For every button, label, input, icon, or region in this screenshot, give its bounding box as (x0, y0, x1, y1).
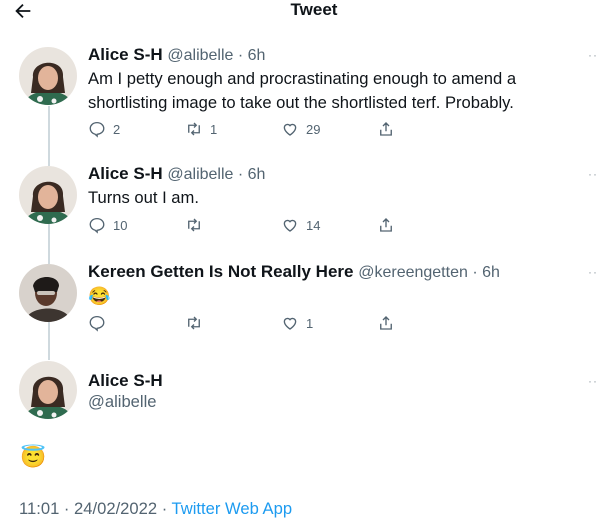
share-button[interactable] (377, 314, 395, 332)
author-name[interactable]: Alice S-H (88, 371, 163, 391)
tweet-time[interactable]: 6h (248, 47, 266, 64)
tweet-text: Am I petty enough and procrastinating en… (88, 69, 517, 112)
tweet-source-link[interactable]: Twitter Web App (172, 499, 293, 518)
tweet-actions: 2 1 29 (88, 120, 398, 140)
more-options-icon[interactable]: ·· (588, 168, 598, 180)
avatar[interactable] (19, 47, 77, 105)
heart-icon (283, 123, 297, 136)
avatar[interactable] (19, 166, 77, 224)
tweet-time[interactable]: 6h (482, 264, 500, 281)
avatar[interactable] (19, 264, 77, 322)
reply-button[interactable]: 10 (88, 216, 127, 234)
tweet-text: 😂 (88, 286, 111, 306)
tweet-actions: 10 14 (88, 216, 398, 236)
more-options-icon[interactable]: ·· (588, 375, 598, 387)
page-title: Tweet (290, 0, 338, 19)
tweet-time[interactable]: 6h (248, 166, 266, 183)
avatar[interactable] (19, 361, 77, 419)
author-handle[interactable]: @alibelle (167, 166, 233, 183)
more-options-icon[interactable]: ·· (588, 49, 598, 61)
author-name[interactable]: Kereen Getten Is Not Really Here @kereen… (88, 262, 500, 283)
reply-icon (89, 217, 105, 234)
thread-line (48, 106, 50, 166)
tweet-text: Turns out I am. (88, 188, 199, 207)
retweet-button[interactable] (185, 216, 210, 234)
author-handle[interactable]: @alibelle (167, 47, 233, 64)
more-options-icon[interactable]: ·· (588, 266, 598, 278)
retweet-icon (188, 122, 200, 136)
thread-line (48, 224, 50, 264)
author-name[interactable]: Alice S-H @alibelle · 6h (88, 45, 265, 66)
reply-icon (89, 315, 105, 332)
share-icon (380, 218, 392, 232)
heart-icon (283, 317, 297, 330)
share-button[interactable] (377, 216, 395, 234)
tweet-text: 😇 (20, 446, 47, 469)
author-handle[interactable]: @alibelle (88, 392, 157, 412)
heart-icon (283, 219, 297, 232)
retweet-icon (188, 316, 200, 330)
reply-button[interactable]: 2 (88, 120, 120, 138)
tweet-actions: 1 (88, 314, 398, 334)
retweet-button[interactable] (185, 314, 210, 332)
like-button[interactable]: 14 (281, 216, 320, 234)
like-button[interactable]: 1 (281, 314, 313, 332)
retweet-button[interactable]: 1 (185, 120, 217, 138)
tweet-timestamp: 11:01 · 24/02/2022 · Twitter Web App (19, 499, 293, 518)
thread-line (48, 322, 50, 360)
share-button[interactable] (377, 120, 395, 138)
like-button[interactable]: 29 (281, 120, 320, 138)
retweet-icon (188, 218, 200, 232)
author-name[interactable]: Alice S-H @alibelle · 6h (88, 164, 265, 185)
reply-button[interactable] (88, 314, 113, 332)
reply-icon (89, 121, 105, 138)
share-icon (380, 122, 392, 136)
share-icon (380, 316, 392, 330)
author-handle[interactable]: @kereengetten (358, 264, 468, 281)
